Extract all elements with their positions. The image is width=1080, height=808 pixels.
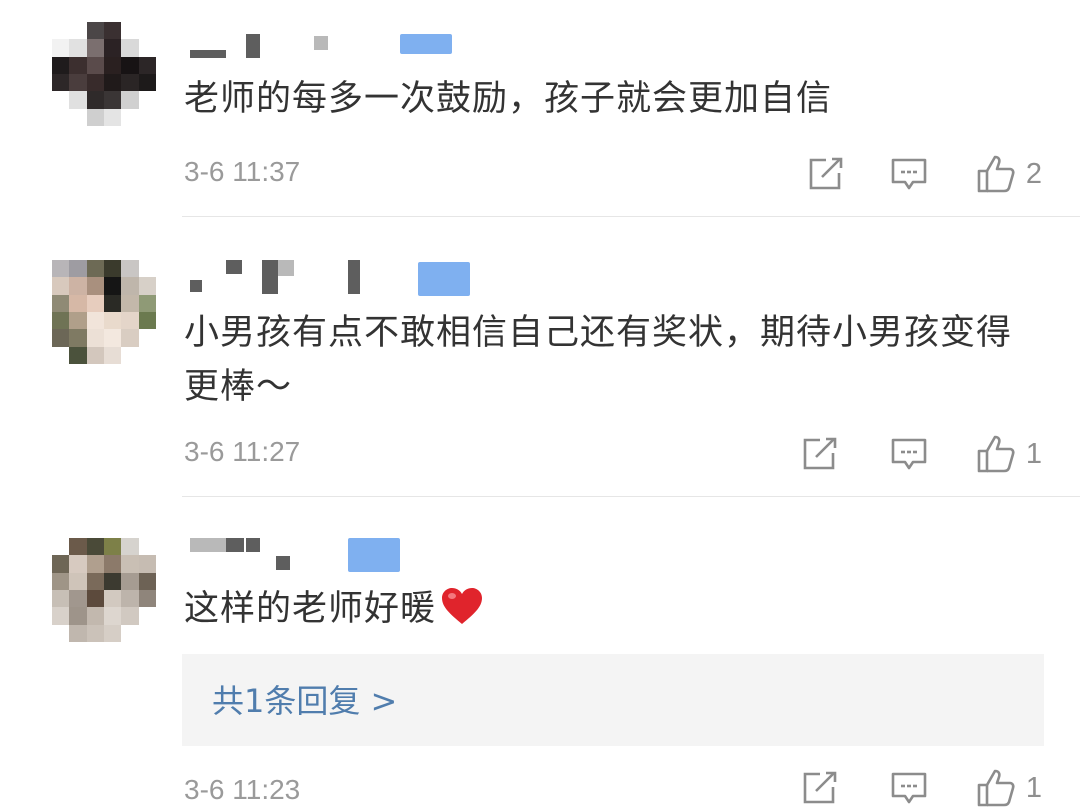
comment-icon — [891, 158, 927, 190]
divider — [182, 496, 1080, 497]
member-badge — [400, 34, 452, 54]
avatar[interactable] — [52, 260, 156, 364]
avatar[interactable] — [52, 22, 156, 126]
member-badge — [348, 538, 400, 572]
comment-timestamp: 3-6 11:37 — [184, 156, 301, 187]
avatar[interactable] — [52, 538, 156, 642]
thumbs-up-icon — [977, 155, 1015, 193]
member-badge — [418, 262, 470, 296]
share-button[interactable] — [802, 771, 838, 805]
comment-actions: 1 — [802, 434, 1042, 474]
comment-text: 这样的老师好暖 — [184, 582, 1044, 636]
reply-button[interactable] — [890, 771, 928, 805]
comment-actions: 2 — [808, 154, 1042, 194]
thumbs-up-icon — [977, 435, 1015, 473]
comment-icon — [891, 772, 927, 804]
like-count: 1 — [1025, 437, 1042, 470]
comment-timestamp: 3-6 11:23 — [184, 774, 301, 805]
divider — [182, 216, 1080, 217]
thumbs-up-icon — [977, 769, 1015, 807]
comment-actions: 1 — [802, 768, 1042, 808]
like-count: 2 — [1025, 157, 1042, 190]
view-replies-link[interactable]: 共1条回复 > — [212, 676, 397, 722]
share-button[interactable] — [808, 157, 844, 191]
comment-text: 小男孩有点不敢相信自己还有奖状，期待小男孩变得更棒～ — [184, 313, 1013, 407]
comment-text-body: 这样的老师好暖 — [184, 589, 437, 629]
like-button[interactable]: 2 — [976, 154, 1042, 194]
like-button[interactable]: 1 — [976, 768, 1042, 808]
share-icon — [803, 771, 837, 804]
heart-emoji — [442, 588, 483, 624]
share-icon — [809, 157, 843, 190]
share-icon — [803, 437, 837, 470]
like-button[interactable]: 1 — [976, 434, 1042, 474]
comment-text: 老师的每多一次鼓励，孩子就会更加自信 — [184, 79, 833, 119]
comment-timestamp: 3-6 11:27 — [184, 436, 301, 467]
reply-button[interactable] — [890, 157, 928, 191]
reply-button[interactable] — [890, 437, 928, 471]
reply-summary-box: 共1条回复 > — [182, 654, 1044, 746]
share-button[interactable] — [802, 437, 838, 471]
comment-icon — [891, 438, 927, 470]
like-count: 1 — [1025, 771, 1042, 804]
